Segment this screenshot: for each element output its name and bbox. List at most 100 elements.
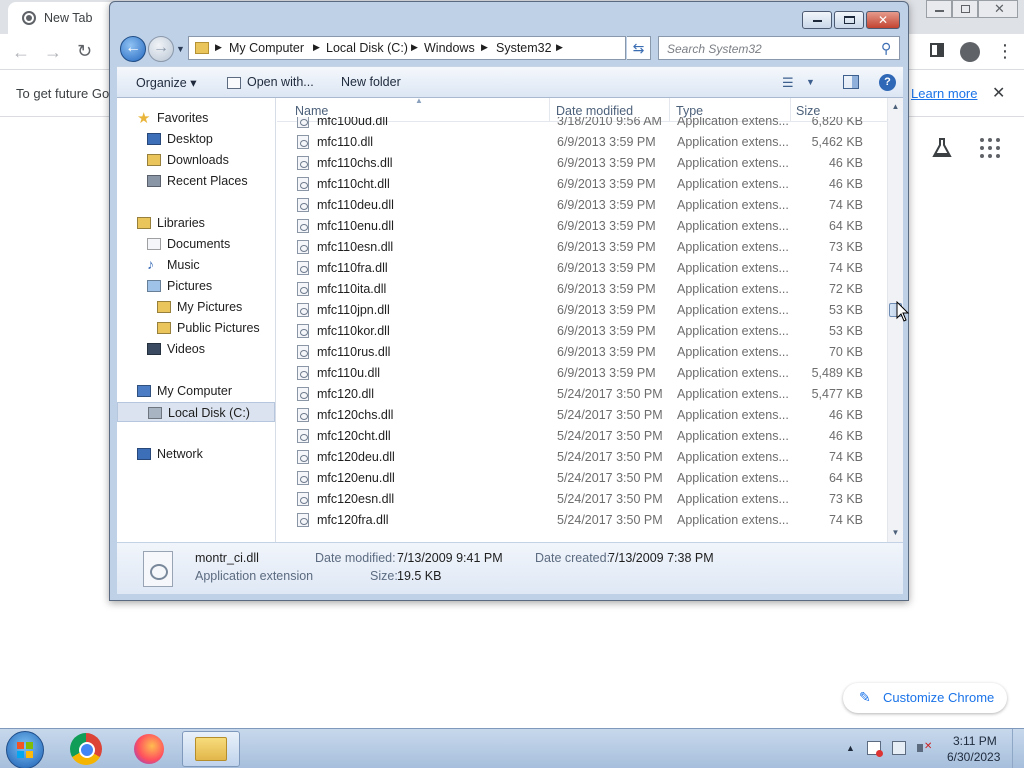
breadcrumb-windows[interactable]: Windows: [424, 41, 475, 55]
forward-button[interactable]: →: [148, 36, 174, 62]
nav-item-favorites[interactable]: ★ Favorites: [117, 108, 275, 128]
learn-more-link[interactable]: Learn more: [911, 86, 977, 101]
column-name[interactable]: Name: [295, 104, 328, 118]
dialog-maximize-button[interactable]: [834, 11, 864, 29]
open-with-button[interactable]: Open with...: [247, 75, 314, 89]
clock-time[interactable]: 3:11 PM: [953, 734, 997, 748]
labs-flask-icon[interactable]: [931, 137, 953, 159]
scroll-down-icon[interactable]: ▼: [888, 526, 903, 540]
chrome-close-button[interactable]: ✕: [978, 0, 1018, 18]
file-row[interactable]: mfc110rus.dll 6/9/2013 3:59 PM Application…: [277, 341, 887, 362]
nav-item-pictures[interactable]: Pictures: [117, 276, 275, 296]
nav-item-network[interactable]: Network: [117, 444, 275, 464]
chrome-restore-button[interactable]: [952, 0, 978, 18]
breadcrumb-system32[interactable]: System32: [496, 41, 552, 55]
file-row[interactable]: mfc110enu.dll 6/9/2013 3:59 PM Application…: [277, 215, 887, 236]
network-tray-icon[interactable]: [892, 741, 906, 755]
file-row[interactable]: mfc120fra.dll 5/24/2017 3:50 PM Applicatio…: [277, 509, 887, 530]
file-row[interactable]: mfc110cht.dll 6/9/2013 3:59 PM Application…: [277, 173, 887, 194]
file-row[interactable]: mfc110ita.dll 6/9/2013 3:59 PM Application…: [277, 278, 887, 299]
explorer-app-icon[interactable]: [195, 737, 227, 761]
back-arrow-icon[interactable]: ←: [12, 43, 30, 61]
file-row[interactable]: mfc120deu.dll 5/24/2017 3:50 PM Applicatio…: [277, 446, 887, 467]
start-orb-icon[interactable]: [6, 731, 44, 768]
nav-item-libraries[interactable]: Libraries: [117, 213, 275, 233]
file-row[interactable]: mfc110fra.dll 6/9/2013 3:59 PM Application…: [277, 257, 887, 278]
view-dropdown-icon[interactable]: ▼: [806, 77, 815, 87]
search-icon[interactable]: ⚲: [881, 40, 891, 57]
file-row[interactable]: mfc110u.dll 6/9/2013 3:59 PM Application e…: [277, 362, 887, 383]
nav-item-public-pictures[interactable]: Public Pictures: [117, 318, 275, 338]
file-row[interactable]: mfc120cht.dll 5/24/2017 3:50 PM Applicatio…: [277, 425, 887, 446]
nav-item-local-disk-c[interactable]: Local Disk (C:): [117, 402, 275, 422]
file-row[interactable]: mfc120.dll 5/24/2017 3:50 PM Application e…: [277, 383, 887, 404]
new-folder-button[interactable]: New folder: [341, 75, 401, 89]
recent-locations-dropdown[interactable]: ▼: [176, 44, 185, 54]
clock-date[interactable]: 6/30/2023: [947, 750, 1000, 764]
nav-item-label: My Pictures: [177, 300, 243, 314]
nav-item-recent-places[interactable]: Recent Places: [117, 171, 275, 191]
file-row[interactable]: mfc120enu.dll 5/24/2017 3:50 PM Applicatio…: [277, 467, 887, 488]
column-type[interactable]: Type: [676, 104, 703, 118]
chrome-app-icon[interactable]: [70, 733, 102, 765]
chevron-right-icon[interactable]: ▶: [481, 42, 488, 53]
file-type: Application extens...: [677, 387, 789, 401]
file-type: Application extens...: [677, 198, 789, 212]
nav-item-desktop[interactable]: Desktop: [117, 129, 275, 149]
file-row[interactable]: mfc110jpn.dll 6/9/2013 3:59 PM Application…: [277, 299, 887, 320]
search-input[interactable]: Search System32 ⚲: [658, 36, 900, 60]
chevron-right-icon[interactable]: ▶: [313, 42, 320, 53]
apps-grid-icon[interactable]: [980, 138, 1000, 158]
chrome-tab-new-tab[interactable]: New Tab: [8, 2, 118, 34]
nav-item-downloads[interactable]: Downloads: [117, 150, 275, 170]
file-size: 70 KB: [828, 345, 863, 359]
breadcrumb-local-disk[interactable]: Local Disk (C:): [326, 41, 408, 55]
back-button[interactable]: ←: [120, 36, 146, 62]
show-desktop-button[interactable]: [1012, 729, 1024, 768]
file-row[interactable]: mfc100ud.dll 3/18/2010 9:56 AM Application…: [277, 117, 887, 131]
profile-icon[interactable]: [960, 42, 980, 62]
scroll-up-icon[interactable]: ▲: [888, 100, 903, 114]
file-type: Application extens...: [677, 303, 789, 317]
dialog-minimize-button[interactable]: [802, 11, 832, 29]
breadcrumb-my-computer[interactable]: My Computer: [229, 41, 304, 55]
change-view-icon[interactable]: ☰: [782, 75, 794, 91]
address-bar[interactable]: ▶ My Computer ▶ Local Disk (C:) ▶ Window…: [188, 36, 699, 60]
file-row[interactable]: mfc110chs.dll 6/9/2013 3:59 PM Application…: [277, 152, 887, 173]
nav-item-my-computer[interactable]: My Computer: [117, 381, 275, 401]
chrome-minimize-button[interactable]: [926, 0, 952, 18]
column-size[interactable]: Size: [796, 104, 820, 118]
show-hidden-icons-icon[interactable]: ▲: [846, 743, 855, 753]
file-row[interactable]: mfc120chs.dll 5/24/2017 3:50 PM Applicatio…: [277, 404, 887, 425]
column-date-modified[interactable]: Date modified: [556, 104, 633, 118]
refresh-button[interactable]: ⇆: [627, 36, 651, 60]
nav-item-documents[interactable]: Documents: [117, 234, 275, 254]
file-row[interactable]: mfc110kor.dll 6/9/2013 3:59 PM Application…: [277, 320, 887, 341]
organize-button[interactable]: Organize ▾: [136, 75, 196, 90]
nav-item-music[interactable]: ♪ Music: [117, 255, 275, 275]
preview-pane-icon[interactable]: [843, 75, 859, 89]
help-icon[interactable]: ?: [879, 74, 896, 91]
dialog-close-button[interactable]: ✕: [866, 11, 900, 29]
action-center-icon[interactable]: [867, 741, 883, 757]
file-type: Application extens...: [677, 366, 789, 380]
chevron-right-icon[interactable]: ▶: [556, 42, 563, 53]
close-icon[interactable]: ✕: [992, 83, 1005, 103]
nav-item-videos[interactable]: Videos: [117, 339, 275, 359]
reload-icon[interactable]: ↻: [77, 42, 92, 60]
sidebar-icon[interactable]: [930, 43, 944, 57]
file-name: mfc120fra.dll: [317, 513, 389, 527]
kebab-menu-icon[interactable]: ⋮: [996, 42, 1014, 60]
nav-item-my-pictures[interactable]: My Pictures: [117, 297, 275, 317]
firefox-app-icon[interactable]: [134, 734, 164, 764]
forward-arrow-icon[interactable]: →: [44, 43, 62, 61]
customize-chrome-button[interactable]: ✎ Customize Chrome: [843, 683, 1007, 713]
file-row[interactable]: mfc110esn.dll 6/9/2013 3:59 PM Application…: [277, 236, 887, 257]
file-row[interactable]: mfc110deu.dll 6/9/2013 3:59 PM Application…: [277, 194, 887, 215]
chevron-right-icon[interactable]: ▶: [411, 42, 418, 53]
file-row[interactable]: mfc120esn.dll 5/24/2017 3:50 PM Applicatio…: [277, 488, 887, 509]
volume-muted-icon[interactable]: ✕: [917, 741, 932, 755]
file-row[interactable]: mfc110.dll 6/9/2013 3:59 PM Application ex…: [277, 131, 887, 152]
chevron-right-icon[interactable]: ▶: [215, 42, 222, 53]
file-date-modified: 5/24/2017 3:50 PM: [557, 450, 663, 464]
